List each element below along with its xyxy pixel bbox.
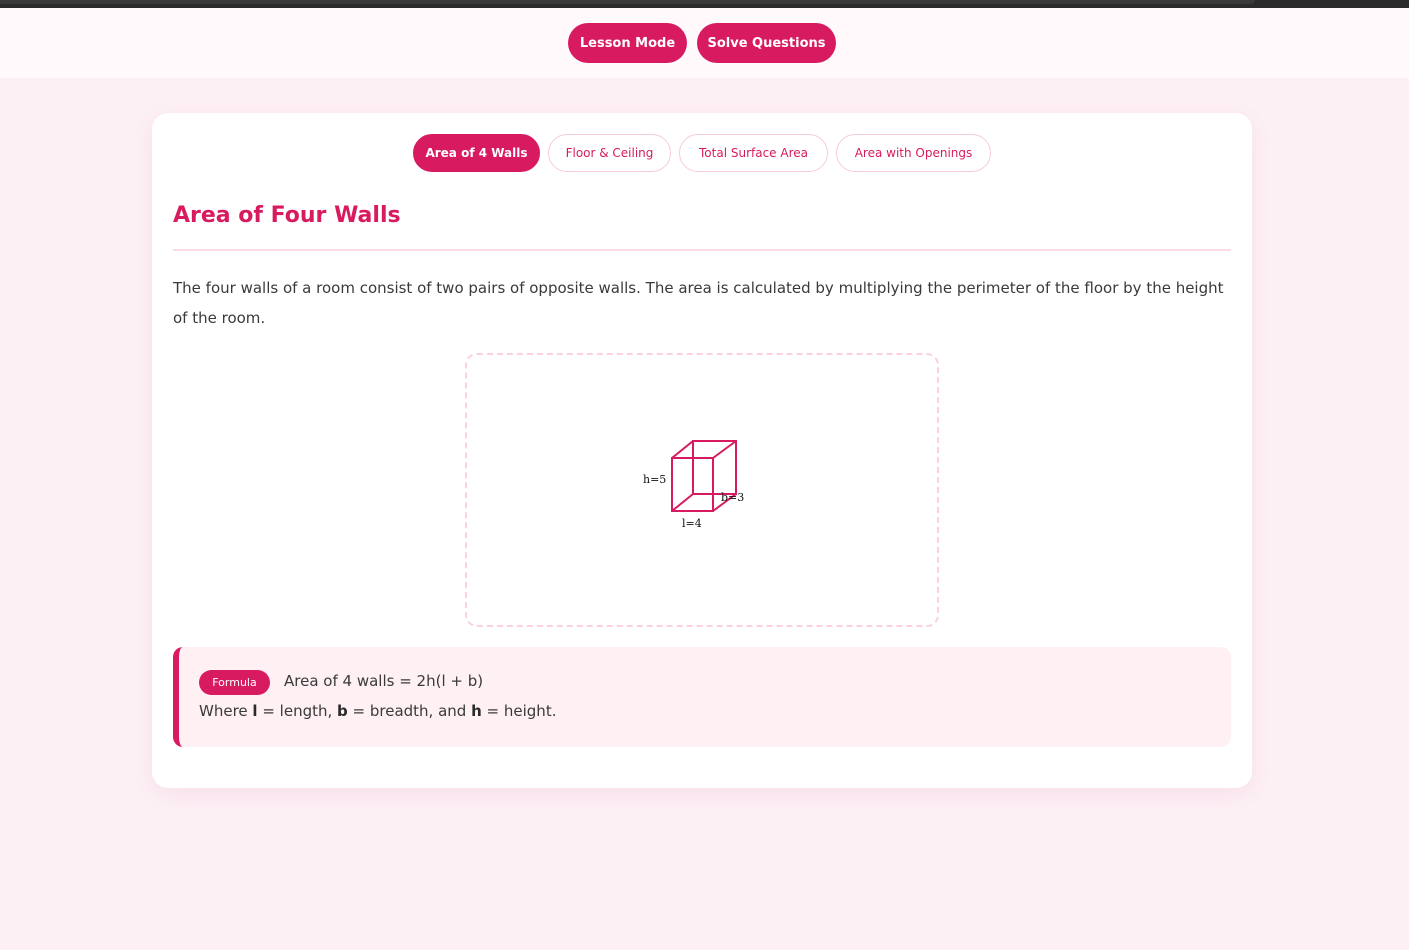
tab-floor-ceiling[interactable]: Floor & Ceiling — [548, 134, 671, 172]
breadth-label: b=3 — [721, 491, 744, 504]
formula-legend: Where l = length, b = breadth, and h = h… — [199, 702, 556, 720]
browser-chrome-strip — [0, 0, 1409, 8]
tab-total-surface-area[interactable]: Total Surface Area — [679, 134, 828, 172]
lesson-mode-button[interactable]: Lesson Mode — [568, 23, 687, 63]
height-label: h=5 — [643, 473, 666, 486]
tab-area-with-openings[interactable]: Area with Openings — [836, 134, 991, 172]
formula-box: Formula Area of 4 walls = 2h(l + b) Wher… — [173, 647, 1231, 747]
h-symbol: h — [471, 702, 482, 720]
length-label: l=4 — [682, 517, 702, 530]
lesson-card: Area of 4 Walls Floor & Ceiling Total Su… — [152, 113, 1252, 788]
mode-toolbar: Lesson Mode Solve Questions — [0, 8, 1409, 78]
cuboid-back-face — [692, 440, 737, 495]
cuboid-figure: h=5 b=3 l=4 — [643, 440, 744, 530]
formula-expression: Area of 4 walls = 2h(l + b) — [284, 672, 484, 690]
room-diagram: h=5 b=3 l=4 — [465, 353, 939, 627]
cuboid-edge — [712, 440, 737, 459]
formula-badge: Formula — [199, 670, 270, 695]
lesson-description: The four walls of a room consist of two … — [173, 279, 1224, 327]
l-meaning: = length, — [257, 702, 338, 720]
solve-questions-button[interactable]: Solve Questions — [697, 23, 836, 63]
cuboid-edge — [671, 493, 694, 512]
cuboid-edge — [671, 440, 694, 459]
b-symbol: b — [337, 702, 348, 720]
legend-prefix: Where — [199, 702, 253, 720]
browser-tab-edge — [0, 0, 1255, 4]
tab-area-of-4-walls[interactable]: Area of 4 Walls — [413, 134, 540, 172]
section-title: Area of Four Walls — [173, 203, 401, 228]
b-meaning: = breadth, and — [347, 702, 472, 720]
title-divider — [173, 249, 1231, 251]
h-meaning: = height. — [481, 702, 557, 720]
